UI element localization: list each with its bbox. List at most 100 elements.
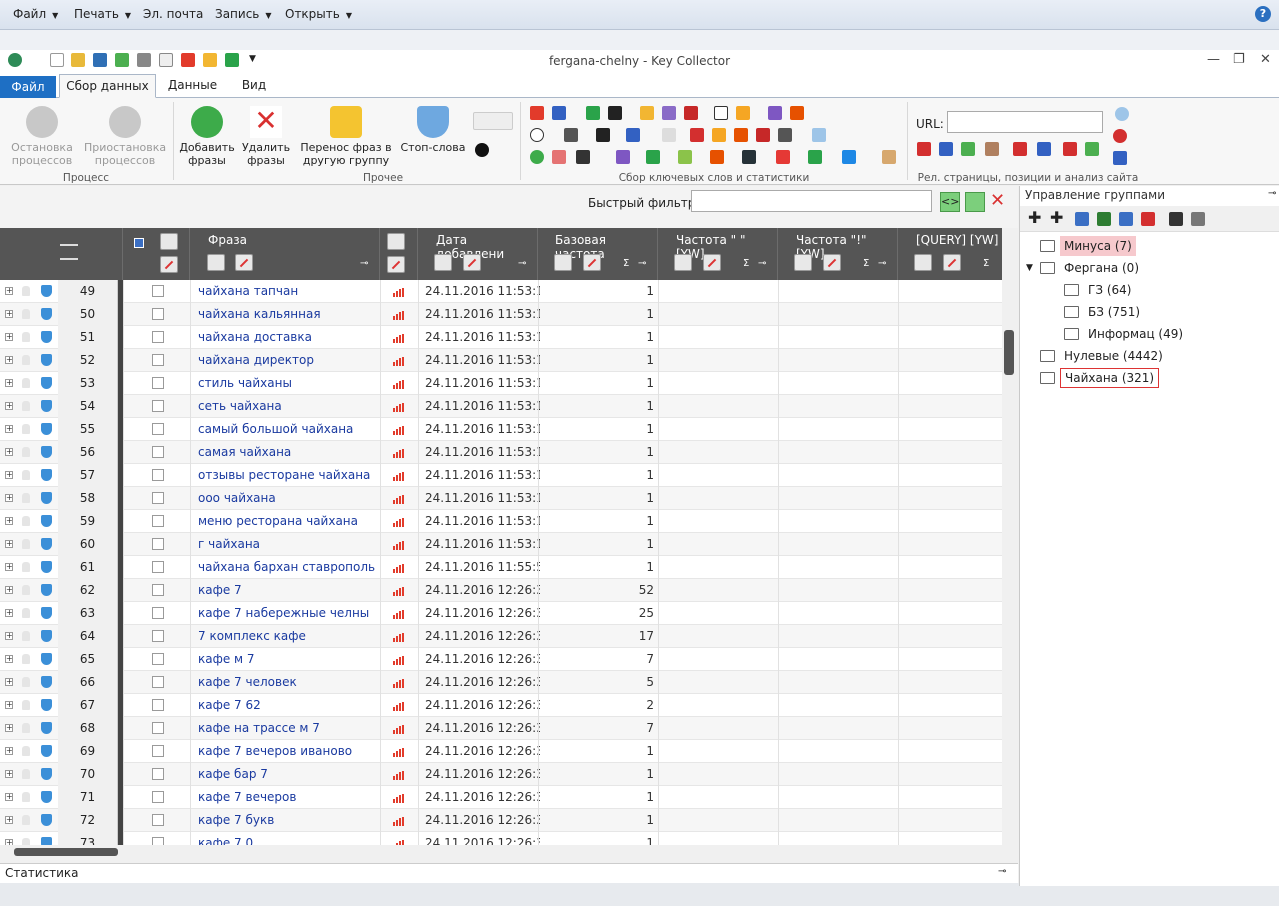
expand-icon[interactable]: + (5, 770, 13, 778)
table-row[interactable]: +65 кафе м 7 24.11.2016 12:26:32 7 (0, 648, 1002, 671)
expand-icon[interactable]: + (5, 494, 13, 502)
calculator-icon[interactable] (812, 128, 826, 142)
table-row[interactable]: +51 чайхана доставка 24.11.2016 11:53:17 1 (0, 326, 1002, 349)
menu-open[interactable]: Открыть ▼ (285, 7, 352, 21)
row-checkbox[interactable] (152, 308, 164, 320)
expand-icon[interactable]: + (5, 287, 13, 295)
shield-icon[interactable] (41, 722, 52, 734)
stats-bars-icon[interactable] (393, 771, 407, 780)
arrow-icon[interactable] (842, 150, 856, 164)
phrase-cell[interactable]: чайхана доставка (198, 326, 378, 349)
mail-icon[interactable] (684, 106, 698, 120)
lock-icon[interactable] (22, 792, 30, 802)
tools-icon[interactable] (552, 150, 566, 164)
url-input[interactable] (947, 111, 1103, 133)
lock-icon[interactable] (22, 562, 30, 572)
m-icon[interactable] (808, 150, 822, 164)
shield-icon[interactable] (41, 538, 52, 550)
phrase-cell[interactable]: чайхана тапчан (198, 280, 378, 303)
pin-icon[interactable]: ⊸ (878, 258, 886, 269)
rambler-icon[interactable] (608, 106, 622, 120)
sum-icon[interactable]: Σ (743, 258, 749, 269)
settings-sliders-icon[interactable] (60, 244, 78, 260)
clear-filter-icon[interactable] (463, 254, 481, 271)
stats-bars-icon[interactable] (393, 656, 407, 665)
expand-icon[interactable]: + (5, 793, 13, 801)
filter-icon[interactable] (207, 254, 225, 271)
dollar-icon[interactable] (712, 128, 726, 142)
spy-icon[interactable] (742, 150, 756, 164)
stats-bars-icon[interactable] (393, 518, 407, 527)
pin-icon[interactable]: ⊸ (638, 258, 646, 269)
r-icon[interactable] (1113, 151, 1127, 165)
row-checkbox[interactable] (152, 722, 164, 734)
expand-icon[interactable]: + (5, 471, 13, 479)
phrase-cell[interactable]: чайхана кальянная (198, 303, 378, 326)
row-checkbox[interactable] (152, 469, 164, 481)
freq-quote-column-header[interactable]: Частота " " [YW] Σ ⊸ (658, 228, 778, 280)
expand-icon[interactable]: + (5, 425, 13, 433)
stats-bars-icon[interactable] (393, 702, 407, 711)
vertical-scrollbar[interactable] (1002, 280, 1018, 845)
phrase-cell[interactable]: кафе бар 7 (198, 763, 378, 786)
group-item[interactable]: Минуса (7) (1060, 236, 1136, 256)
group-item[interactable]: БЗ (751) (1084, 302, 1144, 322)
hand-icon[interactable] (734, 128, 748, 142)
filter-icon[interactable] (387, 233, 405, 250)
group-item[interactable]: Чайхана (321) (1060, 368, 1160, 388)
phrase-cell[interactable]: кафе 7 вечеров иваново (198, 740, 378, 763)
expand-icon[interactable]: + (5, 563, 13, 571)
quick-filter-input[interactable] (691, 190, 932, 212)
clear-filter-icon[interactable] (160, 256, 178, 273)
shield-icon[interactable] (41, 837, 52, 845)
table-row[interactable]: +67 кафе 7 62 24.11.2016 12:26:32 2 (0, 694, 1002, 717)
shield-icon[interactable] (41, 400, 52, 412)
row-checkbox[interactable] (152, 745, 164, 757)
phrase-cell[interactable]: меню ресторана чайхана (198, 510, 378, 533)
phrase-cell[interactable]: кафе 7 человек (198, 671, 378, 694)
expand-icon[interactable]: + (5, 701, 13, 709)
we-icon[interactable] (690, 128, 704, 142)
shield-icon[interactable] (41, 814, 52, 826)
stats-bars-icon[interactable] (393, 334, 407, 343)
shield-icon[interactable] (41, 308, 52, 320)
bing-icon[interactable] (626, 128, 640, 142)
table-row[interactable]: +73 кафе 7 0 24.11.2016 12:26:32 1 (0, 832, 1002, 845)
stats-bars-icon[interactable] (393, 311, 407, 320)
shield-icon[interactable] (41, 469, 52, 481)
search-icon[interactable] (530, 128, 544, 142)
group-item[interactable]: Фергана (0) (1060, 258, 1143, 278)
phrase-cell[interactable]: кафе 7 (198, 579, 378, 602)
shield-icon[interactable] (41, 561, 52, 573)
stats-bars-icon[interactable] (393, 426, 407, 435)
clear-filter-icon[interactable] (943, 254, 961, 271)
shield-icon[interactable] (41, 423, 52, 435)
scroll-thumb[interactable] (14, 848, 118, 856)
google-rel-icon[interactable] (1037, 142, 1051, 156)
shield-icon[interactable] (41, 768, 52, 780)
pin-icon[interactable]: ⊸ (518, 258, 526, 269)
stats-bars-icon[interactable] (393, 725, 407, 734)
filter-icon[interactable] (674, 254, 692, 271)
group-item[interactable]: ГЗ (64) (1084, 280, 1135, 300)
shield-icon[interactable] (41, 377, 52, 389)
shield-icon[interactable] (41, 446, 52, 458)
badge-icon[interactable] (776, 150, 790, 164)
shield-icon[interactable] (41, 745, 52, 757)
phrase-cell[interactable]: кафе 7 0 (198, 832, 378, 845)
clear-filter-icon[interactable] (823, 254, 841, 271)
lock-icon[interactable] (22, 585, 30, 595)
shield-icon[interactable] (41, 653, 52, 665)
stats-bars-icon[interactable] (393, 610, 407, 619)
tab-view[interactable]: Вид (228, 74, 280, 98)
row-checkbox[interactable] (152, 354, 164, 366)
delete-phrases-button[interactable]: ✕ Удалить фразы (240, 106, 292, 168)
filter-icon[interactable] (794, 254, 812, 271)
phrase-cell[interactable]: самая чайхана (198, 441, 378, 464)
table-row[interactable]: +63 кафе 7 набережные челны 24.11.2016 12:… (0, 602, 1002, 625)
lock-icon[interactable] (22, 746, 30, 756)
seo-icon[interactable] (736, 106, 750, 120)
box-icon[interactable] (882, 150, 896, 164)
stats-bars-icon[interactable] (393, 587, 407, 596)
sort-numeric-icon[interactable] (1119, 212, 1133, 226)
